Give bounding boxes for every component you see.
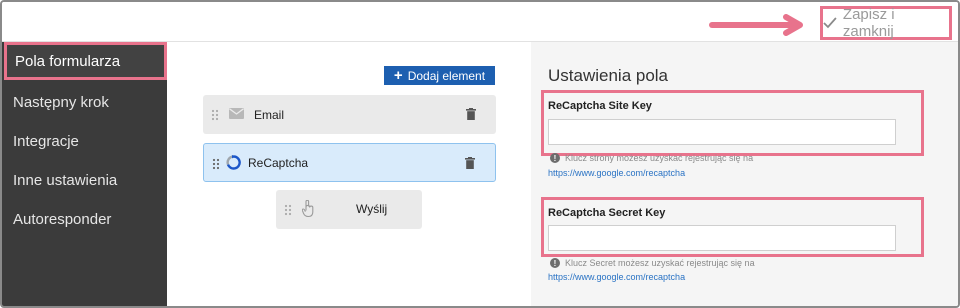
field-row-email[interactable]: Email: [203, 95, 496, 134]
field-row-submit[interactable]: Wyślij: [276, 190, 422, 229]
add-element-label: Dodaj element: [407, 68, 486, 83]
sidebar-item-form-fields[interactable]: Pola formularza: [4, 42, 167, 80]
info-icon: !: [550, 258, 560, 268]
field-row-recaptcha[interactable]: ReCaptcha: [203, 143, 496, 182]
info-icon: !: [550, 153, 560, 163]
field-row-label: Wyślij: [356, 202, 388, 216]
field-row-label: ReCaptcha: [248, 156, 309, 170]
save-button-label: Zapisz i zamknij: [842, 6, 895, 40]
sidebar-item-integrations[interactable]: Integracje: [2, 122, 167, 160]
sidebar-item-label: Inne ustawienia: [13, 171, 118, 189]
site-key-label: ReCaptcha Site Key: [548, 100, 652, 112]
app-window: Zapisz i zamknij Pola formularza Następn…: [0, 0, 960, 308]
secret-key-label: ReCaptcha Secret Key: [548, 207, 666, 219]
trash-icon[interactable]: [465, 157, 475, 169]
checkmark-icon: [823, 17, 837, 29]
sidebar-item-other-settings[interactable]: Inne ustawienia: [2, 161, 167, 199]
trash-icon[interactable]: [466, 108, 476, 120]
sidebar-item-next-step[interactable]: Następny krok: [2, 83, 167, 121]
drag-handle-icon[interactable]: [212, 158, 220, 170]
site-key-hint-text: Klucz strony możesz uzyskać rejestrując …: [565, 153, 754, 163]
secret-key-input[interactable]: [548, 225, 896, 251]
envelope-icon: [229, 108, 244, 119]
add-element-button[interactable]: + Dodaj element: [384, 66, 495, 85]
field-settings-panel: Ustawienia pola ReCaptcha Site Key ! Klu…: [531, 42, 958, 306]
hand-pointer-icon: [302, 200, 314, 218]
annotation-arrow-icon: [709, 14, 803, 36]
site-key-input[interactable]: [548, 119, 896, 145]
recaptcha-icon: [226, 155, 241, 170]
drag-handle-icon[interactable]: [211, 109, 219, 121]
sidebar-item-label: Następny krok: [13, 93, 109, 111]
panel-title: Ustawienia pola: [548, 66, 669, 85]
plus-icon: +: [393, 67, 403, 84]
save-and-close-button[interactable]: Zapisz i zamknij: [820, 6, 952, 40]
drag-handle-icon[interactable]: [284, 204, 292, 216]
sidebar: Pola formularza Następny krok Integracje…: [2, 42, 167, 306]
site-key-hint: ! Klucz strony możesz uzyskać rejestrują…: [550, 153, 753, 163]
sidebar-item-label: Integracje: [13, 132, 79, 150]
sidebar-item-label: Autoresponder: [13, 210, 112, 228]
secret-key-link[interactable]: https://www.google.com/recaptcha: [548, 272, 685, 282]
top-bar: Zapisz i zamknij: [2, 2, 958, 42]
sidebar-item-label: Pola formularza: [15, 52, 121, 70]
secret-key-hint-text: Klucz Secret możesz uzyskać rejestrując …: [565, 258, 755, 268]
site-key-link[interactable]: https://www.google.com/recaptcha: [548, 168, 685, 178]
sidebar-item-autoresponder[interactable]: Autoresponder: [2, 200, 167, 238]
secret-key-hint: ! Klucz Secret możesz uzyskać rejestrują…: [550, 258, 755, 268]
field-row-label: Email: [254, 108, 285, 122]
form-fields-list: + Dodaj element Email ReCaptcha Wyślij: [167, 42, 531, 306]
